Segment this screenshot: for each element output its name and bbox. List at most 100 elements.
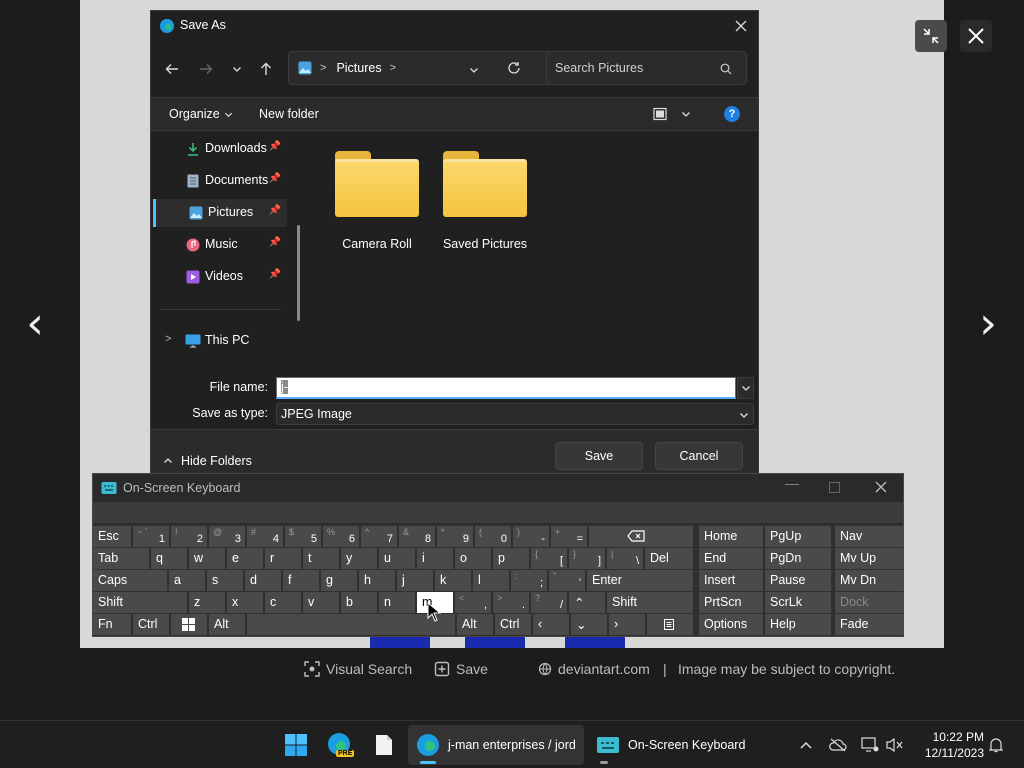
key-esc[interactable]: Esc xyxy=(93,526,131,547)
key-help[interactable]: Help xyxy=(765,614,831,635)
volume-muted-icon[interactable] xyxy=(884,735,904,755)
key-9[interactable]: * 9 xyxy=(437,526,473,547)
breadcrumb-chevron-icon[interactable]: > xyxy=(390,62,396,74)
source-link[interactable]: deviantart.com xyxy=(538,661,650,677)
folder-saved-pictures[interactable]: Saved Pictures xyxy=(435,151,535,251)
cancel-button[interactable]: Cancel xyxy=(655,442,743,470)
viewer-save-button[interactable]: Save xyxy=(434,661,488,677)
key-r[interactable]: r xyxy=(265,548,301,569)
key-w[interactable]: w xyxy=(189,548,225,569)
key-ctrl-left[interactable]: Ctrl xyxy=(133,614,169,635)
refresh-button[interactable] xyxy=(507,61,521,78)
key-pgdn[interactable]: PgDn xyxy=(765,548,831,569)
key-i[interactable]: i xyxy=(417,548,453,569)
nav-item-music[interactable]: Music 📌 xyxy=(153,231,287,259)
key-8[interactable]: & 8 xyxy=(399,526,435,547)
key-1[interactable]: ~ ` 1 xyxy=(133,526,169,547)
organize-button[interactable]: Organize xyxy=(169,107,233,121)
key-shift-left[interactable]: Shift xyxy=(93,592,187,613)
search-input[interactable]: Search Pictures xyxy=(546,51,747,85)
key-end[interactable]: End xyxy=(699,548,763,569)
key-mvdn[interactable]: Mv Dn xyxy=(835,570,903,591)
view-options-button[interactable] xyxy=(653,107,691,121)
nav-scrollbar[interactable] xyxy=(297,225,300,321)
key-fn[interactable]: Fn xyxy=(93,614,131,635)
key-y[interactable]: y xyxy=(341,548,377,569)
key-f[interactable]: f xyxy=(283,570,319,591)
previous-image-arrow[interactable]: ‹ xyxy=(15,300,55,348)
save-type-select[interactable]: JPEG Image xyxy=(276,403,754,425)
key-right-bracket[interactable]: }] xyxy=(569,548,605,569)
key-left-bracket[interactable]: {[ xyxy=(531,548,567,569)
key-e[interactable]: e xyxy=(227,548,263,569)
back-button[interactable] xyxy=(160,57,184,81)
key-n[interactable]: n xyxy=(379,592,415,613)
key-comma[interactable]: <, xyxy=(455,592,491,613)
file-name-input[interactable]: j- xyxy=(276,377,736,399)
key-scrlk[interactable]: ScrLk xyxy=(765,592,831,613)
key-fade[interactable]: Fade xyxy=(835,614,903,635)
key-z[interactable]: z xyxy=(189,592,225,613)
save-button[interactable]: Save xyxy=(555,442,643,470)
keyboard-minimize-button[interactable]: — xyxy=(785,475,799,491)
key-q[interactable]: q xyxy=(151,548,187,569)
notifications-button[interactable] xyxy=(986,735,1006,755)
nav-item-documents[interactable]: Documents 📌 xyxy=(153,167,287,195)
onedrive-icon[interactable] xyxy=(828,735,848,755)
dialog-close-button[interactable] xyxy=(730,15,752,37)
key-7[interactable]: ^ 7 xyxy=(361,526,397,547)
clock[interactable]: 10:22 PM 12/11/2023 xyxy=(914,729,984,761)
key-dock[interactable]: Dock xyxy=(835,592,903,613)
visual-search-button[interactable]: Visual Search xyxy=(304,661,412,677)
key-l[interactable]: l xyxy=(473,570,509,591)
key-quote[interactable]: " ' xyxy=(549,570,585,591)
key-3[interactable]: @3 xyxy=(209,526,245,547)
key-x[interactable]: x xyxy=(227,592,263,613)
key-4[interactable]: #4 xyxy=(247,526,283,547)
network-icon[interactable] xyxy=(860,735,880,755)
keyboard-maximize-button[interactable] xyxy=(829,482,840,493)
key-p[interactable]: p xyxy=(493,548,529,569)
key-u[interactable]: u xyxy=(379,548,415,569)
recent-locations-button[interactable] xyxy=(225,57,249,81)
key-2[interactable]: ! 2 xyxy=(171,526,207,547)
show-hidden-icons-button[interactable] xyxy=(796,735,816,755)
key-left[interactable]: ‹ xyxy=(533,614,569,635)
key-c[interactable]: c xyxy=(265,592,301,613)
taskbar-edge-window[interactable]: j-man enterprises / jord xyxy=(408,725,584,765)
up-button[interactable] xyxy=(254,57,278,81)
key-backspace[interactable] xyxy=(589,526,693,547)
key-semicolon[interactable]: :; xyxy=(511,570,547,591)
key-h[interactable]: h xyxy=(359,570,395,591)
key-caps[interactable]: Caps xyxy=(93,570,167,591)
key-d[interactable]: d xyxy=(245,570,281,591)
key-period[interactable]: >. xyxy=(493,592,529,613)
key-s[interactable]: s xyxy=(207,570,243,591)
key-5[interactable]: $5 xyxy=(285,526,321,547)
key-home[interactable]: Home xyxy=(699,526,763,547)
key-t[interactable]: t xyxy=(303,548,339,569)
key-slash[interactable]: ? / xyxy=(531,592,567,613)
key-alt-left[interactable]: Alt xyxy=(209,614,245,635)
key-options[interactable]: Options xyxy=(699,614,763,635)
key-shift-right[interactable]: Shift xyxy=(607,592,693,613)
key-windows[interactable] xyxy=(171,614,207,635)
expand-chevron-icon[interactable]: > xyxy=(165,333,171,345)
key-a[interactable]: a xyxy=(169,570,205,591)
key-down[interactable]: ⌄ xyxy=(571,614,607,635)
folder-camera-roll[interactable]: Camera Roll xyxy=(327,151,427,251)
key-pgup[interactable]: PgUp xyxy=(765,526,831,547)
nav-item-videos[interactable]: Videos 📌 xyxy=(153,263,287,291)
key-backslash[interactable]: | \ xyxy=(607,548,643,569)
key-delete[interactable]: Del xyxy=(645,548,693,569)
next-image-arrow[interactable]: › xyxy=(968,300,1008,348)
key-6[interactable]: % 6 xyxy=(323,526,359,547)
key-menu[interactable] xyxy=(647,614,693,635)
key-b[interactable]: b xyxy=(341,592,377,613)
exit-fullscreen-button[interactable] xyxy=(915,20,947,52)
key-mvup[interactable]: Mv Up xyxy=(835,548,903,569)
nav-item-this-pc[interactable]: > This PC xyxy=(153,327,287,355)
key-k[interactable]: k xyxy=(435,570,471,591)
key-0[interactable]: (0 xyxy=(475,526,511,547)
key-nav[interactable]: Nav xyxy=(835,526,903,547)
